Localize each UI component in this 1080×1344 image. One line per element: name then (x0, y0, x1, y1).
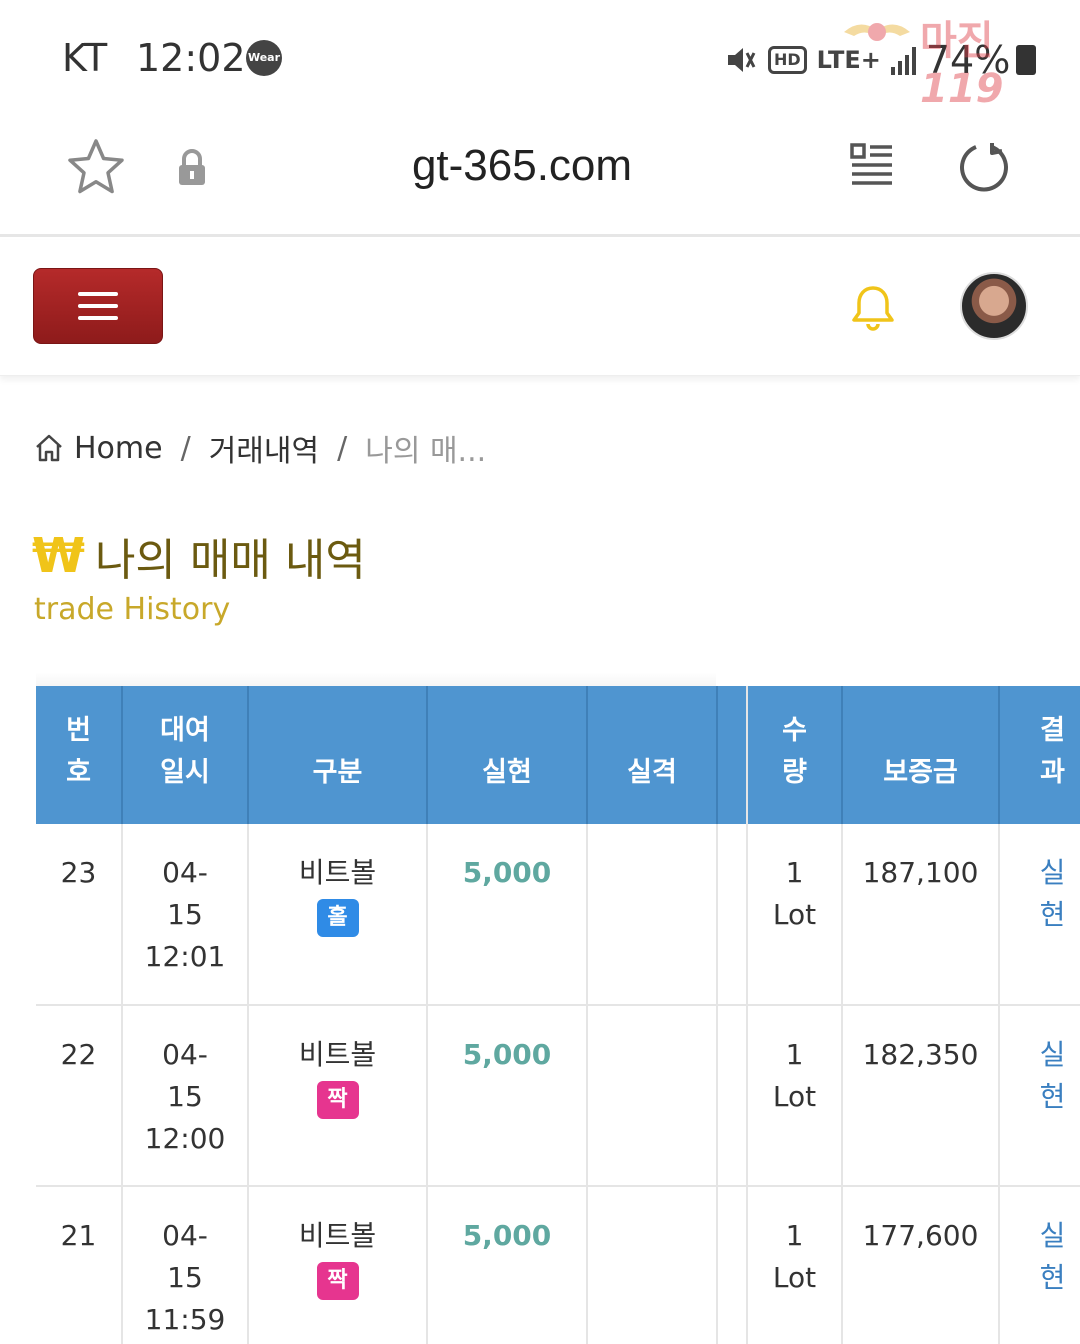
cell-realized: 5,000 (427, 1186, 588, 1344)
won-icon: ₩ (32, 528, 85, 584)
cell-gap (717, 824, 748, 1006)
menu-button[interactable] (33, 268, 163, 344)
cell-type: 비트볼 홀 (248, 824, 428, 1006)
status-bar: KT 12:02 Wear HD LTE+ 74% 마진119 (0, 0, 1080, 115)
even-badge: 짝 (316, 1262, 359, 1300)
table-row[interactable]: 22 04- 15 12:00 비트볼 짝 5,000 1 Lot 182,350 실현 (36, 1005, 1080, 1187)
cell-number: 23 (36, 824, 123, 1006)
cell-disqualified (587, 1005, 718, 1187)
bell-icon[interactable] (850, 284, 896, 332)
cell-disqualified (587, 1186, 718, 1344)
reload-icon[interactable] (956, 139, 1012, 195)
watermark-text: 마진119 (920, 18, 1004, 112)
cell-quantity: 1 Lot (747, 1005, 843, 1187)
column-header-type[interactable]: 구분 (248, 686, 428, 824)
cell-result[interactable]: 실현 (999, 1186, 1080, 1344)
hd-icon: HD (768, 46, 807, 74)
cell-deposit: 177,600 (842, 1186, 1000, 1344)
menu-icon-bar (78, 316, 118, 320)
column-header-disqualified[interactable]: 실격 (587, 686, 718, 824)
column-header-deposit[interactable]: 보증금 (842, 686, 1000, 824)
cell-result[interactable]: 실현 (999, 824, 1080, 1006)
cell-realized: 5,000 (427, 824, 588, 1006)
menu-icon-bar (78, 292, 118, 296)
table-shadow (36, 672, 716, 686)
breadcrumb-current: 나의 매... (365, 434, 487, 469)
avatar[interactable] (960, 272, 1028, 340)
cell-result[interactable]: 실현 (999, 1005, 1080, 1187)
cell-deposit: 182,350 (842, 1005, 1000, 1187)
cell-gap (717, 1186, 748, 1344)
wear-icon: Wear (246, 40, 282, 76)
cell-date: 04- 15 11:59 (122, 1186, 249, 1344)
home-icon[interactable] (34, 433, 64, 463)
cell-gap (717, 1005, 748, 1187)
page-subtitle: trade History (34, 592, 231, 627)
watermark-logo: 마진119 (836, 6, 1072, 112)
even-badge: 짝 (316, 1081, 359, 1119)
cell-number: 21 (36, 1186, 123, 1344)
clock: 12:02 (136, 36, 246, 80)
column-header-gap (717, 686, 748, 824)
column-header-date[interactable]: 대여 일시 (122, 686, 249, 824)
page-title-row: ₩ 나의 매매 내역 (32, 524, 366, 588)
menu-icon-bar (78, 304, 118, 308)
odd-badge: 홀 (316, 899, 359, 937)
page-title: 나의 매매 내역 (94, 535, 366, 586)
cell-disqualified (587, 824, 718, 1006)
trade-history-table[interactable]: 번호 대여 일시 구분 실현 실격 수량 보증금 결과 23 04- 15 12:01… (36, 686, 1080, 1344)
cell-date: 04- 15 12:01 (122, 824, 249, 1006)
cell-type: 비트볼 짝 (248, 1186, 428, 1344)
table-row[interactable]: 21 04- 15 11:59 비트볼 짝 5,000 1 Lot 177,600 실현 (36, 1186, 1080, 1344)
breadcrumb-separator: / (337, 430, 348, 466)
column-header-realized[interactable]: 실현 (427, 686, 588, 824)
cell-number: 22 (36, 1005, 123, 1187)
mute-icon (728, 48, 756, 72)
carrier-label: KT (62, 36, 108, 80)
watermark-emblem-icon (844, 23, 910, 41)
browser-url-bar: gt-365.com (0, 115, 1080, 237)
column-header-result[interactable]: 결과 (999, 686, 1080, 824)
table-row[interactable]: 23 04- 15 12:01 비트볼 홀 5,000 1 Lot 187,100 실현 (36, 824, 1080, 1006)
column-header-quantity[interactable]: 수량 (747, 686, 843, 824)
cell-type: 비트볼 짝 (248, 1005, 428, 1187)
table-header-row: 번호 대여 일시 구분 실현 실격 수량 보증금 결과 (36, 686, 1080, 824)
cell-deposit: 187,100 (842, 824, 1000, 1006)
breadcrumb-home[interactable]: Home (74, 431, 163, 466)
cell-date: 04- 15 12:00 (122, 1005, 249, 1187)
breadcrumb: Home / 거래내역 / 나의 매... (34, 426, 487, 470)
column-header-number[interactable]: 번호 (36, 686, 123, 824)
cell-quantity: 1 Lot (747, 824, 843, 1006)
cell-quantity: 1 Lot (747, 1186, 843, 1344)
cell-realized: 5,000 (427, 1005, 588, 1187)
reader-mode-icon[interactable] (848, 141, 896, 189)
breadcrumb-trade-history[interactable]: 거래내역 (209, 426, 319, 470)
app-header (0, 240, 1080, 376)
breadcrumb-separator: / (180, 430, 191, 466)
